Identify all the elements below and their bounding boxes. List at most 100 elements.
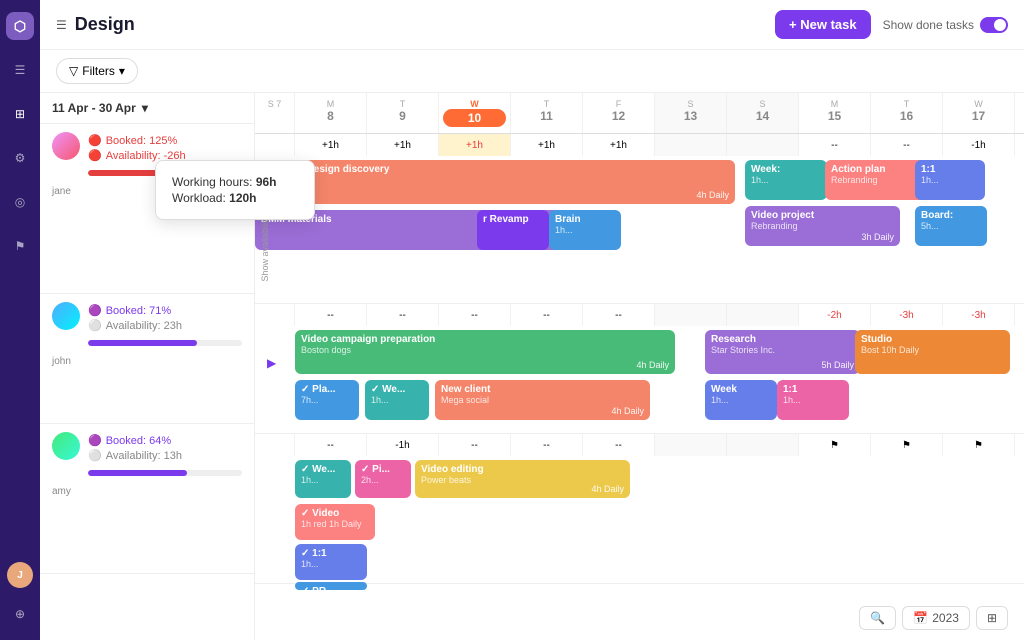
task-11-jane[interactable]: 1:1 1h... <box>915 160 985 200</box>
booked-amy: 🟣 Booked: 64% <box>88 434 242 447</box>
task-11-john[interactable]: 1:1 1h... <box>777 380 849 420</box>
task-video-project[interactable]: Video project Rebranding 3h Daily <box>745 206 900 246</box>
jane-adj-row: +1h +1h +1h +1h +1h -- -- -1h -- +4h -- … <box>255 134 1024 156</box>
person-details-jane: 🔴 Booked: 125% 🔴 Availability: -26h <box>88 132 242 162</box>
show-done-tasks-toggle[interactable]: Show done tasks <box>883 17 1008 33</box>
sidebar-add-person-icon[interactable]: ⊕ <box>6 600 34 628</box>
progress-fill-john <box>88 340 197 346</box>
col-header-w10: W 10 <box>439 93 511 133</box>
task-board[interactable]: Board: 5h... <box>915 206 987 246</box>
col-header-t16: T 16 <box>871 93 943 133</box>
sidebar-menu-icon[interactable]: ☰ <box>6 56 34 84</box>
main-content: ☰ Design + New task Show done tasks ▽ Fi… <box>40 0 1024 640</box>
progress-fill-amy <box>88 470 187 476</box>
grid-view-button[interactable]: ⊞ <box>976 606 1008 630</box>
sidebar-person-icon[interactable]: ◎ <box>6 188 34 216</box>
purple-icon-john: 🟣 <box>88 304 102 317</box>
person-row-amy: 🟣 Booked: 64% ⚪ Availability: 13h amy <box>40 424 254 574</box>
person-details-amy: 🟣 Booked: 64% ⚪ Availability: 13h <box>88 432 242 462</box>
search-icon: 🔍 <box>870 611 885 625</box>
date-range-chevron-icon: ▾ <box>142 101 148 115</box>
search-zoom-button[interactable]: 🔍 <box>859 606 896 630</box>
amy-adj-row: -- -1h -- -- -- ⚑ ⚑ ⚑ ⚑ ⚑ ⚑ <box>255 434 1024 456</box>
task-11-amy[interactable]: ✓ 1:1 1h... <box>295 544 367 580</box>
col-header-s13: S 13 <box>655 93 727 133</box>
filters-chevron-icon: ▾ <box>119 64 125 78</box>
tooltip-box: Working hours: 96h Workload: 120h <box>155 160 255 220</box>
error-icon2-jane: 🔴 <box>88 149 102 162</box>
task-research[interactable]: Research Star Stories Inc. 5h Daily <box>705 330 860 374</box>
task-video-editing[interactable]: Video editing Power beats 4h Daily <box>415 460 630 498</box>
task-week-john[interactable]: Week 1h... <box>705 380 777 420</box>
task-seasonal-design[interactable]: Seasonal design discovery Super SaaS 4h … <box>255 160 735 204</box>
task-video-amy[interactable]: ✓ Video 1h red 1h Daily <box>295 504 375 540</box>
date-range-header[interactable]: 11 Apr - 30 Apr ▾ <box>40 93 254 124</box>
topbar-left: ☰ Design <box>56 14 135 35</box>
error-icon-jane: 🔴 <box>88 134 102 147</box>
jane-tasks-area: Seasonal design discovery Super SaaS 4h … <box>255 156 1024 304</box>
task-studio-bost[interactable]: Studio Bost 10h Daily <box>855 330 1010 374</box>
booked-jane: 🔴 Booked: 125% <box>88 134 242 147</box>
person-info-amy: 🟣 Booked: 64% ⚪ Availability: 13h <box>40 424 254 466</box>
person-name-john: john <box>40 354 254 367</box>
filters-label: Filters <box>82 64 115 78</box>
logo[interactable]: ⬡ <box>6 12 34 40</box>
show-done-label: Show done tasks <box>883 18 974 32</box>
grid-area[interactable]: S 7 M 8 T 9 W 10 T <box>255 93 1024 640</box>
sidebar: ⬡ ☰ ⊞ ⚙ ◎ ⚑ J ⊕ <box>0 0 40 640</box>
task-we-amy[interactable]: ✓ We... 1h... <box>295 460 351 498</box>
booked-john: 🟣 Booked: 71% <box>88 304 242 317</box>
person-name-amy: amy <box>40 484 254 497</box>
new-task-button[interactable]: + New task <box>775 10 871 39</box>
progress-bar-amy <box>88 470 242 476</box>
john-expand-arrow[interactable]: ▶ <box>267 356 276 370</box>
task-pi-amy[interactable]: ✓ Pi... 2h... <box>355 460 411 498</box>
person-row-john: 🟣 Booked: 71% ⚪ Availability: 23h john <box>40 294 254 424</box>
column-headers: S 7 M 8 T 9 W 10 T <box>255 93 1024 134</box>
col-header-s7: S 7 <box>255 93 295 133</box>
col-header-t9: T 9 <box>367 93 439 133</box>
col-header-s14: S 14 <box>727 93 799 133</box>
year-label: 2023 <box>932 611 959 625</box>
gray-icon-amy: ⚪ <box>88 449 102 462</box>
calendar-icon: 📅 <box>913 611 928 625</box>
task-pl-john[interactable]: ✓ Pla... 7h... <box>295 380 359 420</box>
progress-bar-john <box>88 340 242 346</box>
avatar-amy <box>52 432 80 460</box>
sidebar-gear-icon[interactable]: ⚙ <box>6 144 34 172</box>
filters-button[interactable]: ▽ Filters ▾ <box>56 58 138 84</box>
calendar: 11 Apr - 30 Apr ▾ 🔴 Booked: 125% 🔴 Avail… <box>40 93 1024 640</box>
show-availability-label: Show availability <box>260 215 270 282</box>
task-week-jane-1[interactable]: Week: 1h... <box>745 160 827 200</box>
col-header-w17: W 17 <box>943 93 1015 133</box>
avatar-john <box>52 302 80 330</box>
task-revamp[interactable]: r Revamp <box>477 210 549 250</box>
year-button[interactable]: 📅 2023 <box>902 606 970 630</box>
user-avatar[interactable]: J <box>7 562 33 588</box>
menu-toggle-icon[interactable]: ☰ <box>56 18 67 32</box>
tooltip-working-hours: Working hours: 96h <box>172 175 255 189</box>
task-video-campaign[interactable]: Video campaign preparation Boston dogs 4… <box>295 330 675 374</box>
task-brain[interactable]: Brain 1h... <box>549 210 621 250</box>
left-panel: 11 Apr - 30 Apr ▾ 🔴 Booked: 125% 🔴 Avail… <box>40 93 255 640</box>
date-range-label: 11 Apr - 30 Apr <box>52 101 136 115</box>
amy-tasks-area: ✓ We... 1h... ✓ Pi... 2h... Video editin… <box>255 456 1024 584</box>
john-tasks-area: ▶ Video campaign preparation Boston dogs… <box>255 326 1024 434</box>
task-we-john[interactable]: ✓ We... 1h... <box>365 380 429 420</box>
col-header-t18: T 18 <box>1015 93 1024 133</box>
amy-grid-row: -- -1h -- -- -- ⚑ ⚑ ⚑ ⚑ ⚑ ⚑ <box>255 434 1024 584</box>
jane-grid-row: +1h +1h +1h +1h +1h -- -- -1h -- +4h -- … <box>255 134 1024 304</box>
gray-icon-john: ⚪ <box>88 319 102 332</box>
task-pr-amy[interactable]: ✓ PR 1h... <box>295 582 367 590</box>
topbar: ☰ Design + New task Show done tasks <box>40 0 1024 50</box>
col-header-m8: M 8 <box>295 93 367 133</box>
task-new-client[interactable]: New client Mega social 4h Daily <box>435 380 650 420</box>
done-tasks-toggle-switch[interactable] <box>980 17 1008 33</box>
topbar-right: + New task Show done tasks <box>775 10 1008 39</box>
sidebar-flag-icon[interactable]: ⚑ <box>6 232 34 260</box>
sidebar-home-icon[interactable]: ⊞ <box>6 100 34 128</box>
person-info-john: 🟣 Booked: 71% ⚪ Availability: 23h <box>40 294 254 336</box>
footer: 🔍 📅 2023 ⊞ <box>859 606 1008 630</box>
john-grid-row: -- -- -- -- -- -2h -3h -3h +2h +3h <box>255 304 1024 434</box>
grid-inner: S 7 M 8 T 9 W 10 T <box>255 93 1024 640</box>
